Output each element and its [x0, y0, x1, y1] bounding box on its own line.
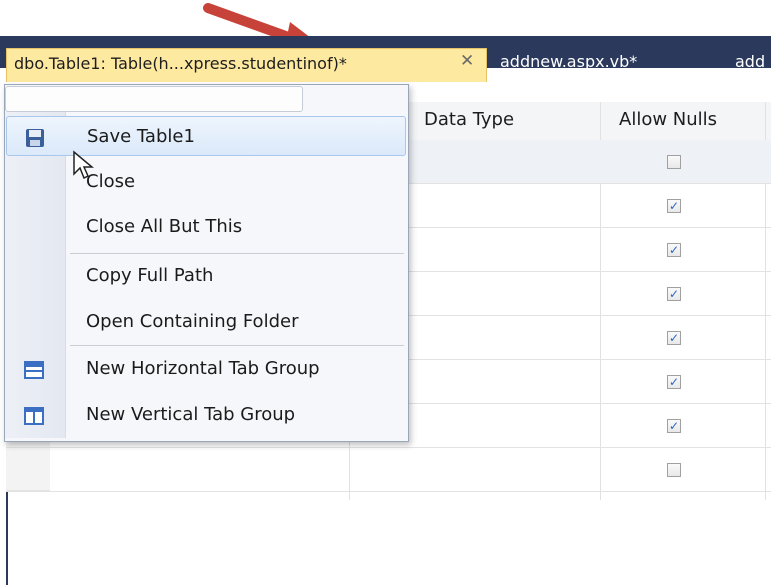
tab-add[interactable]: add [735, 52, 765, 71]
allow-nulls-checkbox[interactable]: ✓ [667, 419, 681, 433]
allow-nulls-checkbox[interactable]: ✓ [667, 287, 681, 301]
menu-item-label: Close All But This [86, 216, 243, 237]
save-icon [26, 129, 44, 147]
allow-nulls-checkbox[interactable]: ✓ [667, 243, 681, 257]
menu-item-new-vertical-tab-group[interactable]: New Vertical Tab Group [6, 395, 406, 435]
allow-nulls-checkbox[interactable] [667, 463, 681, 477]
menu-item-label: Open Containing Folder [86, 311, 299, 332]
column-header-allow-nulls: Allow Nulls [601, 102, 771, 140]
menu-separator [70, 253, 404, 254]
allow-nulls-checkbox[interactable]: ✓ [667, 331, 681, 345]
menu-header-strip [5, 86, 303, 112]
vertical-tab-group-icon [24, 407, 44, 425]
mouse-pointer-icon [73, 150, 94, 180]
menu-item-close-all-but-this[interactable]: Close All But This [6, 207, 406, 247]
menu-item-save-table1[interactable]: Save Table1 [6, 116, 406, 156]
tab-addnew-aspx-vb[interactable]: addnew.aspx.vb* [500, 52, 637, 71]
menu-item-label: New Vertical Tab Group [86, 404, 296, 425]
row-header[interactable] [6, 448, 50, 491]
allow-nulls-checkbox[interactable]: ✓ [667, 375, 681, 389]
allow-nulls-checkbox[interactable]: ✓ [667, 199, 681, 213]
allow-nulls-checkbox[interactable] [667, 155, 681, 169]
menu-item-label: Copy Full Path [86, 265, 214, 286]
menu-separator [70, 345, 404, 346]
menu-item-label: New Horizontal Tab Group [86, 358, 320, 379]
menu-item-close[interactable]: Close [6, 162, 406, 202]
menu-item-new-horizontal-tab-group[interactable]: New Horizontal Tab Group [6, 349, 406, 389]
menu-item-open-containing-folder[interactable]: Open Containing Folder [6, 302, 406, 342]
tab-table1-label: dbo.Table1: Table(h...xpress.studentinof… [14, 54, 347, 73]
table-row[interactable] [6, 448, 771, 492]
menu-item-copy-full-path[interactable]: Copy Full Path [6, 256, 406, 296]
close-tab-icon[interactable]: ✕ [460, 51, 474, 71]
horizontal-tab-group-icon [24, 361, 44, 379]
menu-item-label: Save Table1 [87, 126, 195, 147]
